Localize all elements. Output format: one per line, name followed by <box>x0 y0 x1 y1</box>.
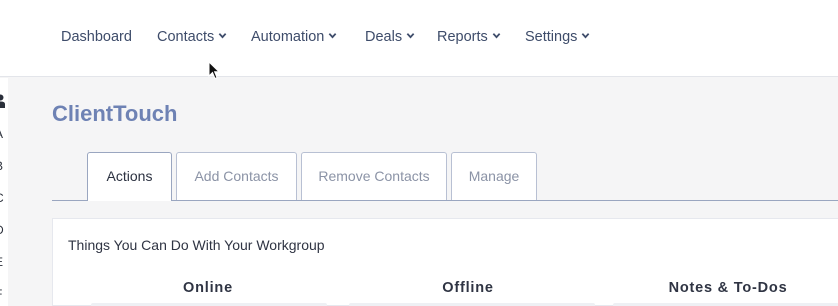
chevron-down-icon <box>406 32 415 39</box>
alphabet-sidebar: A B C D E F <box>0 78 8 306</box>
column-notes-heading: Notes & To-Dos <box>668 280 788 296</box>
person-icon <box>0 94 5 108</box>
nav-reports[interactable]: Reports <box>437 26 501 48</box>
tab-remove-contacts-label: Remove Contacts <box>318 168 430 184</box>
nav-automation-label: Automation <box>251 29 325 45</box>
chevron-down-icon <box>582 32 590 39</box>
nav-deals-label: Deals <box>365 29 403 45</box>
tab-manage-label: Manage <box>468 168 520 184</box>
nav-dashboard-label: Dashboard <box>61 29 132 45</box>
chevron-down-icon <box>218 32 227 39</box>
nav-settings[interactable]: Settings <box>525 26 590 48</box>
mouse-cursor-icon <box>208 61 220 80</box>
sidebar-letter-e[interactable]: E <box>0 255 7 269</box>
tab-actions-label: Actions <box>106 168 153 184</box>
tab-manage[interactable]: Manage <box>451 152 537 200</box>
sidebar-letter-a[interactable]: A <box>0 127 7 141</box>
tab-actions[interactable]: Actions <box>87 152 172 201</box>
tab-remove-contacts[interactable]: Remove Contacts <box>301 152 447 200</box>
nav-deals[interactable]: Deals <box>365 26 415 48</box>
workgroup-panel: Things You Can Do With Your Workgroup On… <box>52 218 838 306</box>
nav-settings-label: Settings <box>525 29 578 45</box>
nav-contacts[interactable]: Contacts <box>157 26 227 48</box>
tab-add-contacts[interactable]: Add Contacts <box>176 152 297 200</box>
nav-contacts-label: Contacts <box>157 29 215 45</box>
top-navigation: Dashboard Contacts Automation Deals Repo… <box>0 0 838 77</box>
nav-reports-label: Reports <box>437 29 488 45</box>
sidebar-letter-f[interactable]: F <box>0 287 7 301</box>
sidebar-letter-c[interactable]: C <box>0 191 7 205</box>
tab-add-contacts-label: Add Contacts <box>194 168 279 184</box>
panel-title: Things You Can Do With Your Workgroup <box>68 237 325 253</box>
column-offline-heading: Offline <box>442 280 494 296</box>
sidebar-letter-b[interactable]: B <box>0 159 7 173</box>
nav-dashboard[interactable]: Dashboard <box>61 26 132 48</box>
page-title: ClientTouch <box>52 101 178 126</box>
sidebar-letter-d[interactable]: D <box>0 223 7 237</box>
nav-automation[interactable]: Automation <box>251 26 337 48</box>
chevron-down-icon <box>329 32 337 39</box>
column-online-heading: Online <box>183 280 233 296</box>
chevron-down-icon <box>492 32 501 39</box>
